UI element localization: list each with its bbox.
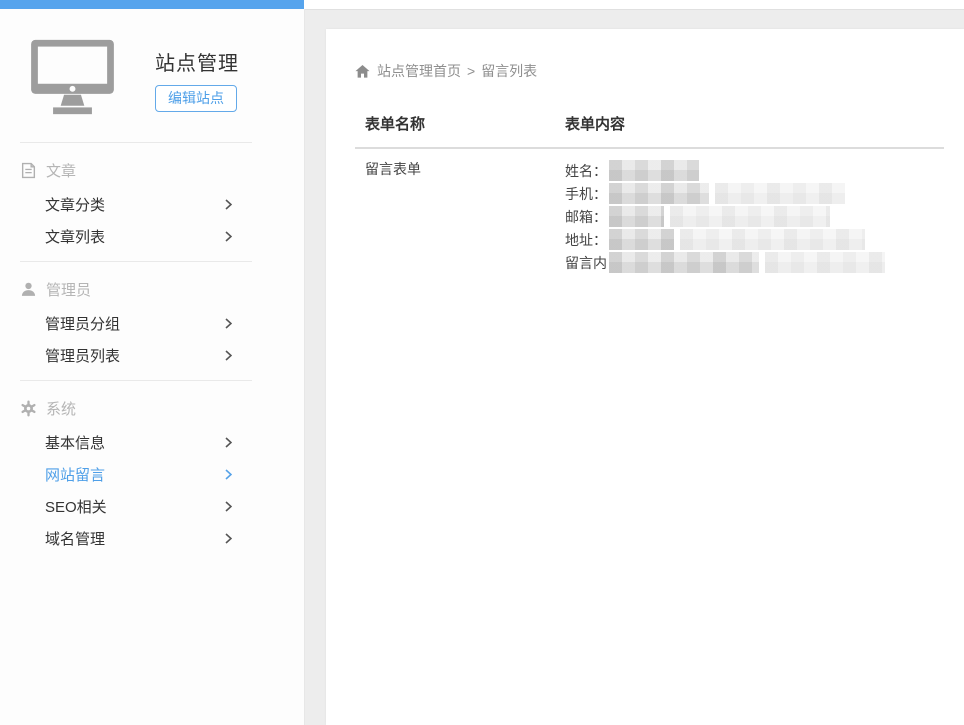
monitor-icon <box>30 39 115 115</box>
sidebar-item-domain[interactable]: 域名管理 <box>20 522 252 554</box>
section-label: 文章 <box>46 160 76 181</box>
sidebar-item-article-list[interactable]: 文章列表 <box>20 220 252 252</box>
chevron-right-icon <box>225 350 232 361</box>
content-card: 站点管理首页 > 留言列表 表单名称 表单内容 留言表单 姓名： 手机： <box>326 29 964 725</box>
message-table: 表单名称 表单内容 留言表单 姓名： 手机： 邮箱： <box>355 97 944 274</box>
chevron-right-icon <box>225 533 232 544</box>
redacted-value <box>609 252 759 273</box>
chevron-right-icon <box>225 199 232 210</box>
sidebar-item-seo[interactable]: SEO相关 <box>20 490 252 522</box>
section-header-system: 系统 <box>20 390 252 426</box>
field-line-address: 地址： <box>565 228 944 251</box>
table-row: 留言表单 姓名： 手机： 邮箱： <box>355 149 944 274</box>
sidebar-section-articles: 文章 文章分类 文章列表 <box>20 142 252 261</box>
redacted-value <box>670 206 830 227</box>
chevron-right-icon <box>225 469 232 480</box>
breadcrumb-home-link[interactable]: 站点管理首页 <box>377 61 461 81</box>
sidebar-item-basic-info[interactable]: 基本信息 <box>20 426 252 458</box>
page-title: 站点管理 <box>155 47 239 76</box>
sidebar-item-admin-list[interactable]: 管理员列表 <box>20 339 252 371</box>
redacted-value <box>680 229 865 250</box>
sidebar-item-site-messages[interactable]: 网站留言 <box>20 458 252 490</box>
table-header-row: 表单名称 表单内容 <box>355 97 944 149</box>
system-icon <box>20 400 37 417</box>
column-header-form-name: 表单名称 <box>355 113 555 134</box>
breadcrumb-current: 留言列表 <box>481 61 537 81</box>
form-name-cell: 留言表单 <box>355 159 555 274</box>
chevron-right-icon <box>225 501 232 512</box>
redacted-value <box>609 206 664 227</box>
field-line-message: 留言内 <box>565 251 944 274</box>
sidebar: 站点管理 编辑站点 文章 文章分类 文章列表 <box>0 9 305 725</box>
section-header-admins: 管理员 <box>20 271 252 307</box>
site-logo-block: 站点管理 编辑站点 <box>0 9 304 142</box>
chevron-right-icon <box>225 318 232 329</box>
field-line-phone: 手机： <box>565 182 944 205</box>
edit-site-button[interactable]: 编辑站点 <box>155 85 237 112</box>
chevron-right-icon <box>225 437 232 448</box>
redacted-value <box>765 252 885 273</box>
field-line-email: 邮箱： <box>565 205 944 228</box>
article-icon <box>20 162 37 179</box>
column-header-form-content: 表单内容 <box>555 113 944 134</box>
redacted-value <box>609 160 699 181</box>
section-header-articles: 文章 <box>20 152 252 188</box>
field-line-name: 姓名： <box>565 159 944 182</box>
section-label: 系统 <box>46 398 76 419</box>
sidebar-item-admin-groups[interactable]: 管理员分组 <box>20 307 252 339</box>
main-area: 站点管理首页 > 留言列表 表单名称 表单内容 留言表单 姓名： 手机： <box>305 9 964 725</box>
chevron-right-icon <box>225 231 232 242</box>
sidebar-section-admins: 管理员 管理员分组 管理员列表 <box>20 261 252 380</box>
redacted-value <box>715 183 845 204</box>
breadcrumb: 站点管理首页 > 留言列表 <box>355 63 944 79</box>
sidebar-item-article-category[interactable]: 文章分类 <box>20 188 252 220</box>
redacted-value <box>609 229 674 250</box>
home-icon <box>355 64 370 79</box>
redacted-value <box>609 183 709 204</box>
form-content-cell: 姓名： 手机： 邮箱： 地址： <box>555 159 944 274</box>
breadcrumb-separator: > <box>467 63 475 79</box>
section-label: 管理员 <box>46 279 91 300</box>
sidebar-section-system: 系统 基本信息 网站留言 SEO相关 域名管理 <box>20 380 252 563</box>
top-accent-bar <box>0 0 304 9</box>
admin-icon <box>20 281 37 298</box>
